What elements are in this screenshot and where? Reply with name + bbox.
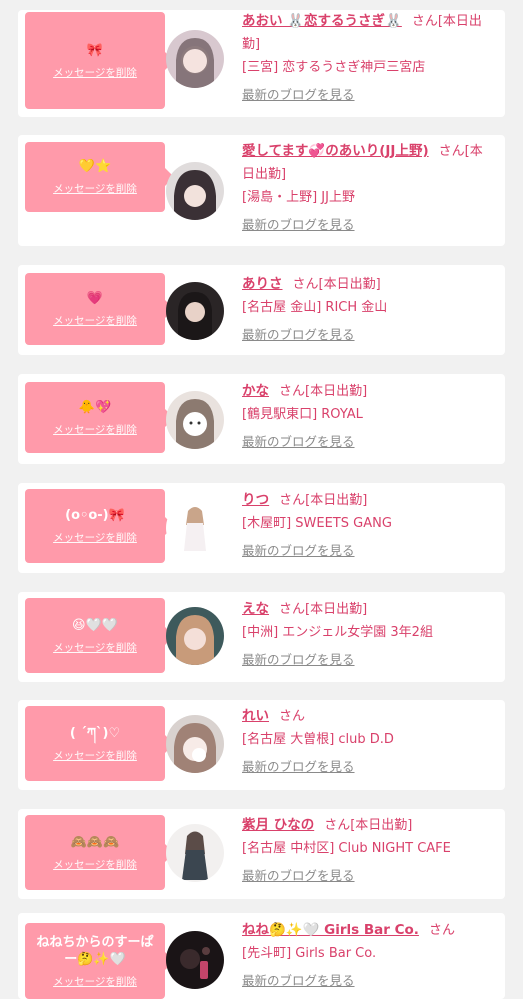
message-bubble: 🙈🙈🙈 メッセージを削除 — [25, 815, 174, 890]
latest-blog-link[interactable]: 最新のブログを見る — [242, 969, 494, 992]
sender-name-link[interactable]: かな — [242, 383, 269, 399]
latest-blog-link[interactable]: 最新のブログを見る — [242, 430, 494, 453]
sender-status: さん[本日出勤] — [292, 277, 381, 292]
message-bubble: ( ´ཀ`)♡ メッセージを削除 — [25, 706, 174, 781]
message-card: 💛⭐ メッセージを削除 愛してます💞のあいり(JJ上野) さん[本日出勤] [湯島… — [18, 135, 505, 246]
latest-blog-link[interactable]: 最新のブログを見る — [242, 755, 494, 778]
delete-message-link[interactable]: メッセージを削除 — [53, 974, 137, 989]
message-bubble: 🐥💖 メッセージを削除 — [25, 382, 174, 453]
message-card: 😆🤍🤍 メッセージを削除 えな さん[本日出勤] [中洲] エンジェル女学園 3年… — [18, 592, 505, 682]
shop-name: [三宮] 恋するうさぎ神戸三宮店 — [242, 60, 426, 75]
message-card: ( ´ཀ`)♡ メッセージを削除 れい さん [名古屋 大曽根] club D.D… — [18, 700, 505, 790]
delete-message-link[interactable]: メッセージを削除 — [53, 422, 137, 437]
message-card: 🙈🙈🙈 メッセージを削除 紫月 ひなの さん[本日出勤] [名古屋 中村区] Cl… — [18, 809, 505, 899]
message-text: (o◦o-)🎀 — [65, 508, 125, 523]
shop-name: [名古屋 中村区] Club NIGHT CAFE — [242, 841, 451, 856]
message-text: 🙈🙈🙈 — [70, 834, 120, 850]
latest-blog-link[interactable]: 最新のブログを見る — [242, 83, 494, 106]
avatar[interactable] — [166, 162, 224, 220]
avatar[interactable] — [166, 391, 224, 449]
avatar[interactable] — [166, 607, 224, 665]
message-info: りつ さん[本日出勤] [木屋町] SWEETS GANG 最新のブログを見る — [242, 489, 494, 562]
shop-name: [鶴見駅東口] ROYAL — [242, 407, 363, 422]
sender-status: さん — [428, 923, 455, 938]
sender-name-link[interactable]: あおい 🐰恋するうさぎ🐰 — [242, 13, 402, 29]
sender-name-link[interactable]: りつ — [242, 492, 269, 508]
message-info: 愛してます💞のあいり(JJ上野) さん[本日出勤] [湯島・上野] JJ上野 最新… — [242, 140, 494, 236]
sender-name-link[interactable]: ねね🤔✨🤍 Girls Bar Co. — [242, 922, 419, 938]
sender-status: さん[本日出勤] — [279, 493, 368, 508]
message-info: かな さん[本日出勤] [鶴見駅東口] ROYAL 最新のブログを見る — [242, 380, 494, 453]
message-text: 🐥💖 — [78, 399, 112, 415]
sender-status: さん — [279, 709, 306, 724]
sender-status: さん[本日出勤] — [279, 602, 368, 617]
avatar[interactable] — [166, 715, 224, 773]
message-bubble: ねねちからのすーぱー🤔✨🤍 メッセージを削除 — [25, 923, 174, 999]
shop-name: [名古屋 大曽根] club D.D — [242, 732, 394, 747]
delete-message-link[interactable]: メッセージを削除 — [53, 313, 137, 328]
delete-message-link[interactable]: メッセージを削除 — [53, 748, 137, 763]
sender-status: さん[本日出勤] — [279, 384, 368, 399]
latest-blog-link[interactable]: 最新のブログを見る — [242, 648, 494, 671]
latest-blog-link[interactable]: 最新のブログを見る — [242, 323, 494, 346]
message-bubble: 🎀 メッセージを削除 — [25, 12, 174, 109]
avatar[interactable] — [166, 931, 224, 989]
message-card: ねねちからのすーぱー🤔✨🤍 メッセージを削除 ねね🤔✨🤍 Girls Bar C… — [18, 913, 505, 999]
message-text: 💗 — [86, 291, 104, 306]
sender-name-link[interactable]: 紫月 ひなの — [242, 817, 314, 833]
message-bubble: 😆🤍🤍 メッセージを削除 — [25, 598, 174, 673]
avatar[interactable] — [166, 824, 224, 882]
message-text: 💛⭐ — [78, 159, 112, 174]
sender-name-link[interactable]: ありさ — [242, 276, 283, 292]
shop-name: [湯島・上野] JJ上野 — [242, 190, 355, 205]
shop-name: [木屋町] SWEETS GANG — [242, 516, 392, 531]
avatar[interactable] — [166, 499, 224, 557]
shop-name: [中洲] エンジェル女学園 3年2組 — [242, 625, 433, 640]
message-card: 💗 メッセージを削除 ありさ さん[本日出勤] [名古屋 金山] RICH 金山 … — [18, 265, 505, 355]
message-text: ねねちからのすーぱー🤔✨🤍 — [36, 934, 154, 967]
message-bubble: 💗 メッセージを削除 — [25, 273, 174, 345]
message-info: れい さん [名古屋 大曽根] club D.D 最新のブログを見る — [242, 705, 494, 778]
shop-name: [先斗町] Girls Bar Co. — [242, 946, 377, 961]
delete-message-link[interactable]: メッセージを削除 — [53, 640, 137, 655]
delete-message-link[interactable]: メッセージを削除 — [53, 181, 137, 196]
sender-name-link[interactable]: れい — [242, 708, 269, 724]
message-card: 🐥💖 メッセージを削除 かな さん[本日出勤] [鶴見駅東口] ROYAL 最新の… — [18, 374, 505, 464]
message-info: えな さん[本日出勤] [中洲] エンジェル女学園 3年2組 最新のブログを見る — [242, 598, 494, 671]
message-bubble: (o◦o-)🎀 メッセージを削除 — [25, 489, 174, 563]
message-card: (o◦o-)🎀 メッセージを削除 りつ さん[本日出勤] [木屋町] SWEETS… — [18, 483, 505, 573]
message-info: ありさ さん[本日出勤] [名古屋 金山] RICH 金山 最新のブログを見る — [242, 273, 494, 346]
sender-name-link[interactable]: えな — [242, 601, 269, 617]
message-info: ねね🤔✨🤍 Girls Bar Co. さん [先斗町] Girls Bar Co… — [242, 919, 494, 992]
latest-blog-link[interactable]: 最新のブログを見る — [242, 864, 494, 887]
sender-status: さん[本日出勤] — [324, 818, 413, 833]
message-text: 🎀 — [86, 42, 104, 58]
delete-message-link[interactable]: メッセージを削除 — [53, 65, 137, 80]
message-bubble: 💛⭐ メッセージを削除 — [25, 142, 174, 212]
message-card: 🎀 メッセージを削除 あおい 🐰恋するうさぎ🐰 さん[本日出勤] [三宮] 恋する… — [18, 10, 505, 117]
latest-blog-link[interactable]: 最新のブログを見る — [242, 539, 494, 562]
avatar[interactable] — [166, 282, 224, 340]
delete-message-link[interactable]: メッセージを削除 — [53, 857, 137, 872]
shop-name: [名古屋 金山] RICH 金山 — [242, 300, 388, 315]
message-info: 紫月 ひなの さん[本日出勤] [名古屋 中村区] Club NIGHT CAFE… — [242, 814, 494, 887]
message-text: 😆🤍🤍 — [72, 617, 118, 633]
latest-blog-link[interactable]: 最新のブログを見る — [242, 213, 494, 236]
delete-message-link[interactable]: メッセージを削除 — [53, 530, 137, 545]
avatar[interactable] — [166, 30, 224, 88]
message-info: あおい 🐰恋するうさぎ🐰 さん[本日出勤] [三宮] 恋するうさぎ神戸三宮店 最新… — [242, 10, 494, 106]
message-text: ( ´ཀ`)♡ — [69, 725, 121, 741]
sender-name-link[interactable]: 愛してます💞のあいり(JJ上野) — [242, 143, 429, 159]
